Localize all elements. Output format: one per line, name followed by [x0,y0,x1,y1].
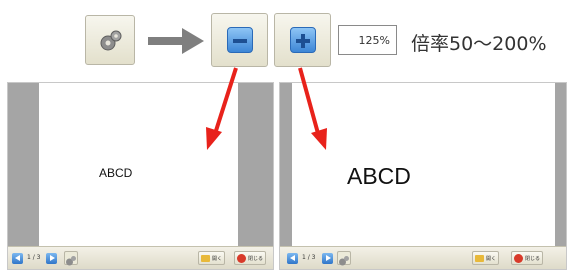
red-arrow-icon [206,67,327,150]
